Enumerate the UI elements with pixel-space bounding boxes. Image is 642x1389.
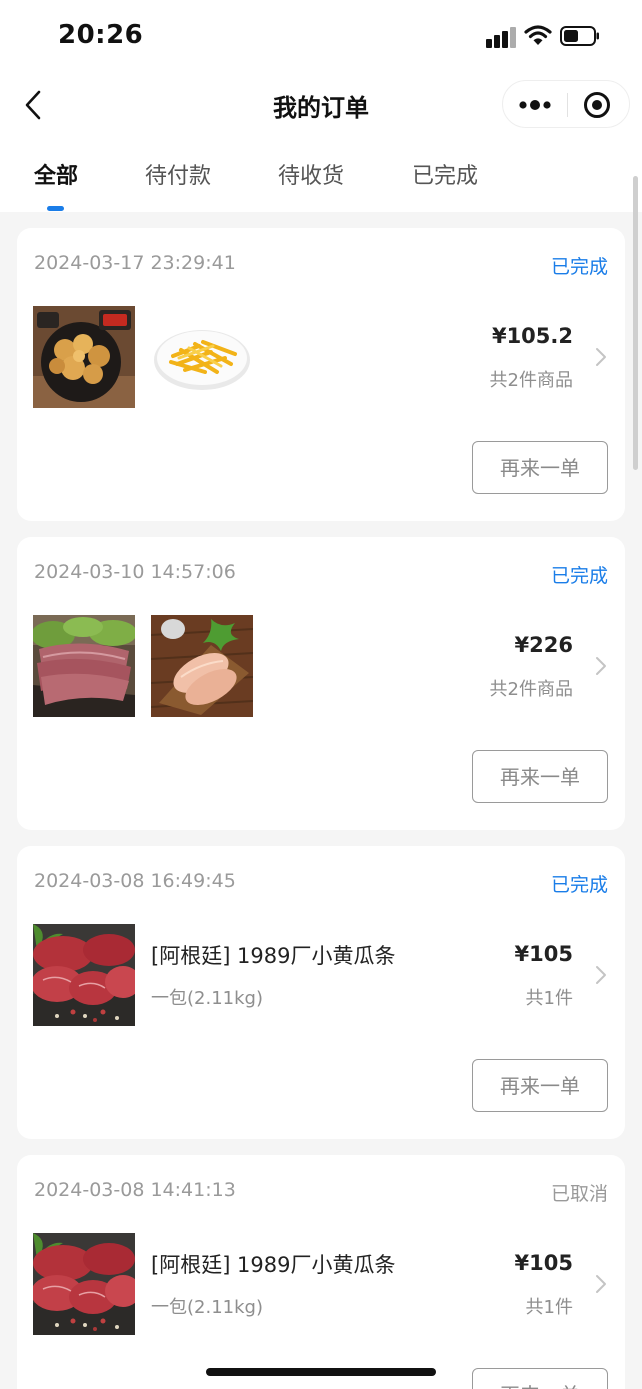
order-status: 已完成 — [550, 256, 608, 278]
status-bar: 20:26 — [0, 0, 642, 72]
order-status: 已完成 — [550, 565, 608, 587]
capsule-divider — [567, 93, 568, 117]
wifi-icon — [524, 25, 552, 45]
tab-completed[interactable]: 已完成 — [412, 158, 478, 190]
tab-pending-payment[interactable]: 待付款 — [145, 158, 211, 190]
order-tabs: 全部 待付款 待收货 已完成 — [0, 138, 642, 212]
order-time: 2024-03-08 16:49:45 — [34, 870, 236, 892]
tab-pending-delivery[interactable]: 待收货 — [278, 158, 344, 190]
order-item-count: 共2件商品 — [489, 370, 573, 391]
order-status: 已取消 — [550, 1183, 608, 1205]
order-price: ¥105.2 — [491, 324, 573, 348]
chevron-right-icon — [596, 657, 606, 675]
order-price: ¥226 — [514, 633, 573, 657]
signal-icon — [486, 26, 516, 48]
raw-pork-image — [33, 615, 135, 717]
reorder-button[interactable]: 再来一单 — [472, 1059, 608, 1112]
order-status: 已完成 — [550, 874, 608, 896]
order-time: 2024-03-17 23:29:41 — [34, 252, 236, 274]
order-card[interactable]: 2024-03-10 14:57:06 已完成 ¥226 共2件商品 再来一单 — [17, 537, 625, 830]
screen: 20:26 我的订单 全部 待付款 待收货 已完成 2024-03-17 23:… — [0, 0, 642, 1389]
home-indicator[interactable] — [206, 1368, 436, 1376]
reorder-button[interactable]: 再来一单 — [472, 750, 608, 803]
fried-chicken-image — [33, 306, 135, 408]
product-name: [阿根廷] 1989厂小黄瓜条 — [151, 944, 396, 968]
nav-bar: 我的订单 — [0, 72, 642, 138]
active-tab-indicator — [47, 206, 64, 211]
order-item-count: 共1件 — [525, 988, 573, 1009]
order-card[interactable]: 2024-03-08 16:49:45 已完成 [阿根廷] 1989厂小黄瓜条 … — [17, 846, 625, 1139]
order-item-count: 共1件 — [525, 1297, 573, 1318]
french-fries-image — [151, 306, 253, 408]
scrollbar[interactable] — [633, 176, 638, 470]
raw-beef-image — [33, 1233, 135, 1335]
order-list: 2024-03-17 23:29:41 已完成 ¥105.2 共2件商品 再来一… — [0, 212, 642, 1389]
order-card[interactable]: 2024-03-17 23:29:41 已完成 ¥105.2 共2件商品 再来一… — [17, 228, 625, 521]
chicken-breast-image — [151, 615, 253, 717]
mini-program-capsule — [502, 80, 630, 128]
product-spec: 一包(2.11kg) — [151, 1297, 263, 1318]
reorder-button[interactable]: 再来一单 — [472, 1368, 608, 1389]
chevron-right-icon — [596, 966, 606, 984]
order-price: ¥105 — [514, 1251, 573, 1275]
product-spec: 一包(2.11kg) — [151, 988, 263, 1009]
battery-icon — [560, 26, 599, 46]
order-item-count: 共2件商品 — [489, 679, 573, 700]
order-card[interactable]: 2024-03-08 14:41:13 已取消 [阿根廷] 1989厂小黄瓜条 … — [17, 1155, 625, 1389]
status-time: 20:26 — [58, 20, 144, 50]
chevron-right-icon — [596, 1275, 606, 1293]
close-program-icon[interactable] — [583, 91, 611, 119]
order-time: 2024-03-08 14:41:13 — [34, 1179, 236, 1201]
more-options-icon[interactable] — [517, 93, 553, 117]
order-time: 2024-03-10 14:57:06 — [34, 561, 236, 583]
chevron-right-icon — [596, 348, 606, 366]
raw-beef-image — [33, 924, 135, 1026]
tab-all[interactable]: 全部 — [34, 158, 78, 190]
reorder-button[interactable]: 再来一单 — [472, 441, 608, 494]
order-price: ¥105 — [514, 942, 573, 966]
product-name: [阿根廷] 1989厂小黄瓜条 — [151, 1253, 396, 1277]
